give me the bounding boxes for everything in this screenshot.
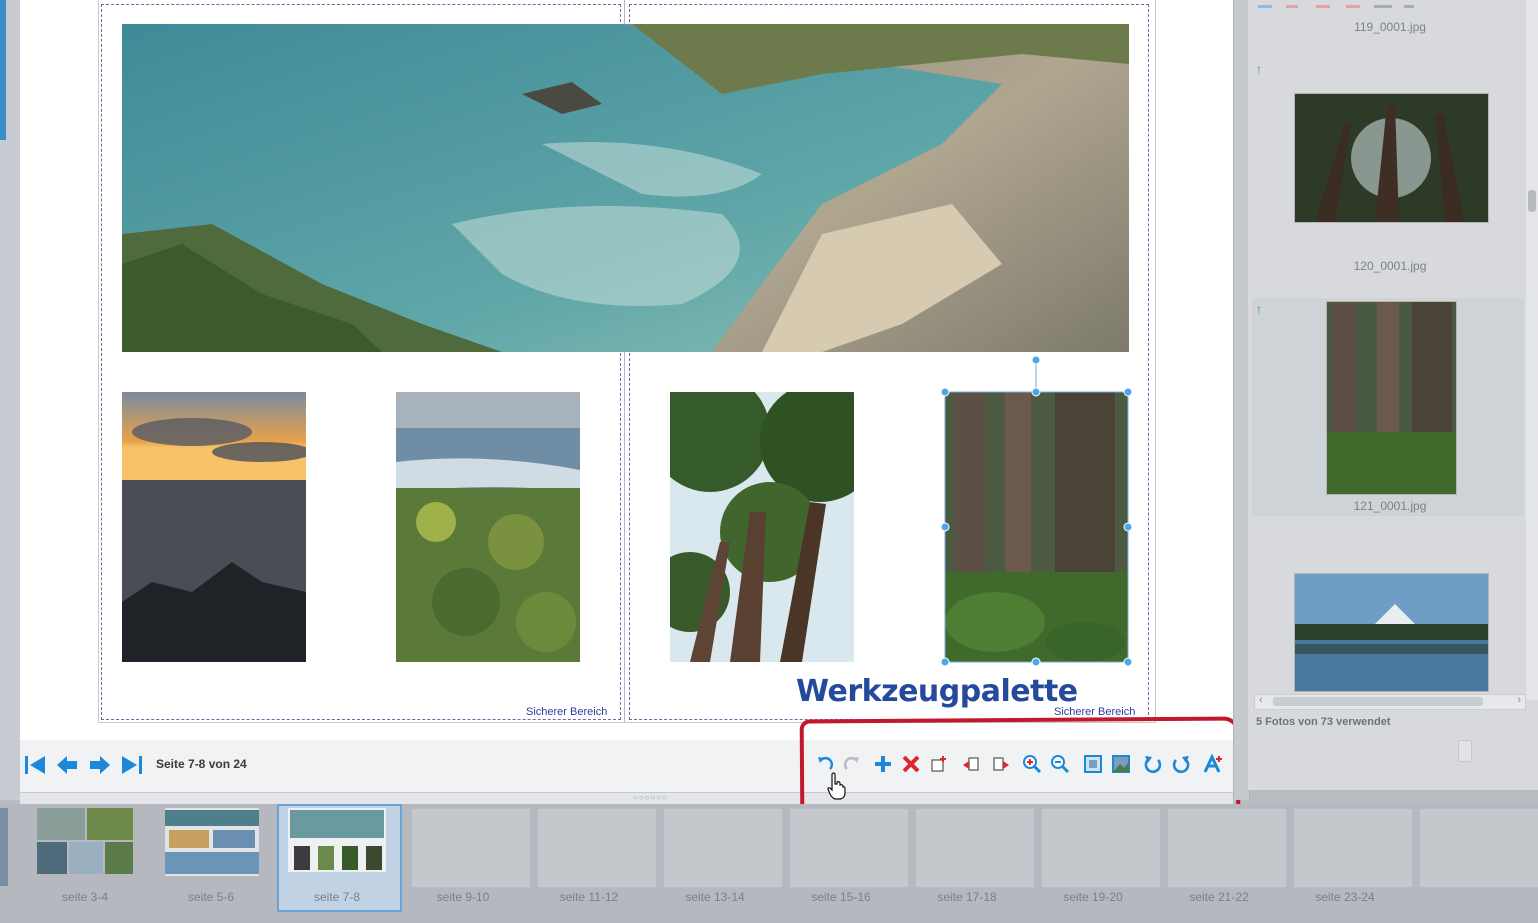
spread-label: seite 21-22 (1189, 890, 1249, 904)
spread-thumb-11-12[interactable] (537, 808, 657, 888)
scroll-left-icon[interactable]: ‹ (1259, 694, 1263, 706)
spread-label: seite 9-10 (436, 890, 490, 904)
last-page-button[interactable] (119, 752, 145, 778)
library-vertical-scrollbar[interactable] (1526, 0, 1538, 700)
safe-area-label-left: Sicherer Bereich (526, 706, 608, 718)
spread-thumb-partial[interactable] (0, 808, 8, 886)
spread-label: seite 17-18 (937, 890, 997, 904)
spread-thumb-15-16[interactable] (789, 808, 909, 888)
library-photo-lake[interactable] (1294, 573, 1489, 692)
spread-thumb-9-10[interactable] (411, 808, 531, 888)
library-item-label: 120_0001.jpg (1353, 259, 1427, 273)
library-item-label: 119_0001.jpg (1354, 20, 1426, 34)
photo-usage-text: 5 Fotos von 73 verwendet (1256, 716, 1391, 728)
left-panel-edge (0, 0, 21, 800)
spread-thumb-19-20[interactable] (1041, 808, 1161, 888)
scroll-right-icon[interactable]: › (1517, 694, 1521, 706)
spread-thumb-3-4[interactable] (37, 808, 133, 874)
first-page-icon (25, 756, 45, 774)
library-horizontal-scrollbar[interactable]: ‹ › (1254, 694, 1526, 710)
spread-label: seite 7-8 (313, 890, 361, 904)
library-item-label: 121_0001.jpg (1353, 499, 1427, 513)
spread-label: seite 5-6 (187, 890, 235, 904)
photo-redwood-canopy[interactable] (670, 392, 854, 662)
spread-label: seite 3-4 (61, 890, 109, 904)
previous-page-icon (57, 756, 77, 774)
spread-thumb-7-8[interactable] (288, 808, 386, 872)
photo-coastal-panorama[interactable] (122, 24, 1129, 352)
spread-label: seite 23-24 (1315, 890, 1375, 904)
next-page-icon (90, 756, 110, 774)
spread-thumb-21-22[interactable] (1167, 808, 1287, 888)
thumbnail-size-slider[interactable] (1458, 740, 1472, 762)
spread-label: seite 11-12 (559, 890, 619, 904)
used-check-icon: ↑ (1256, 62, 1262, 76)
first-page-button[interactable] (22, 752, 48, 778)
photo-coast-flowers[interactable] (396, 392, 580, 662)
spread-label: seite 13-14 (685, 890, 745, 904)
library-toolbar (1256, 0, 1416, 8)
selection-handles[interactable] (938, 355, 1136, 670)
library-photo-121[interactable] (1326, 301, 1457, 495)
spread-thumb-23-24[interactable] (1293, 808, 1413, 888)
spread-thumb-13-14[interactable] (663, 808, 783, 888)
next-page-button[interactable] (87, 752, 113, 778)
previous-page-button[interactable] (54, 752, 80, 778)
annotation-title: Werkzeugpalette (796, 674, 1078, 709)
library-photo-120[interactable] (1294, 93, 1489, 223)
library-toolbar-icons (1258, 5, 1414, 8)
grip-dots: ○○○○○○ (633, 793, 668, 802)
spread-thumb-partial-end[interactable] (1419, 808, 1538, 888)
page-indicator: Seite 7-8 von 24 (156, 757, 247, 771)
used-check-icon: ↑ (1256, 302, 1262, 316)
spread-label: seite 15-16 (811, 890, 871, 904)
spread-thumb-5-6[interactable] (165, 808, 259, 876)
photo-sunset-sea[interactable] (122, 392, 306, 662)
spread-thumb-17-18[interactable] (915, 808, 1035, 888)
spread-label: seite 19-20 (1063, 890, 1123, 904)
last-page-icon (122, 756, 142, 774)
